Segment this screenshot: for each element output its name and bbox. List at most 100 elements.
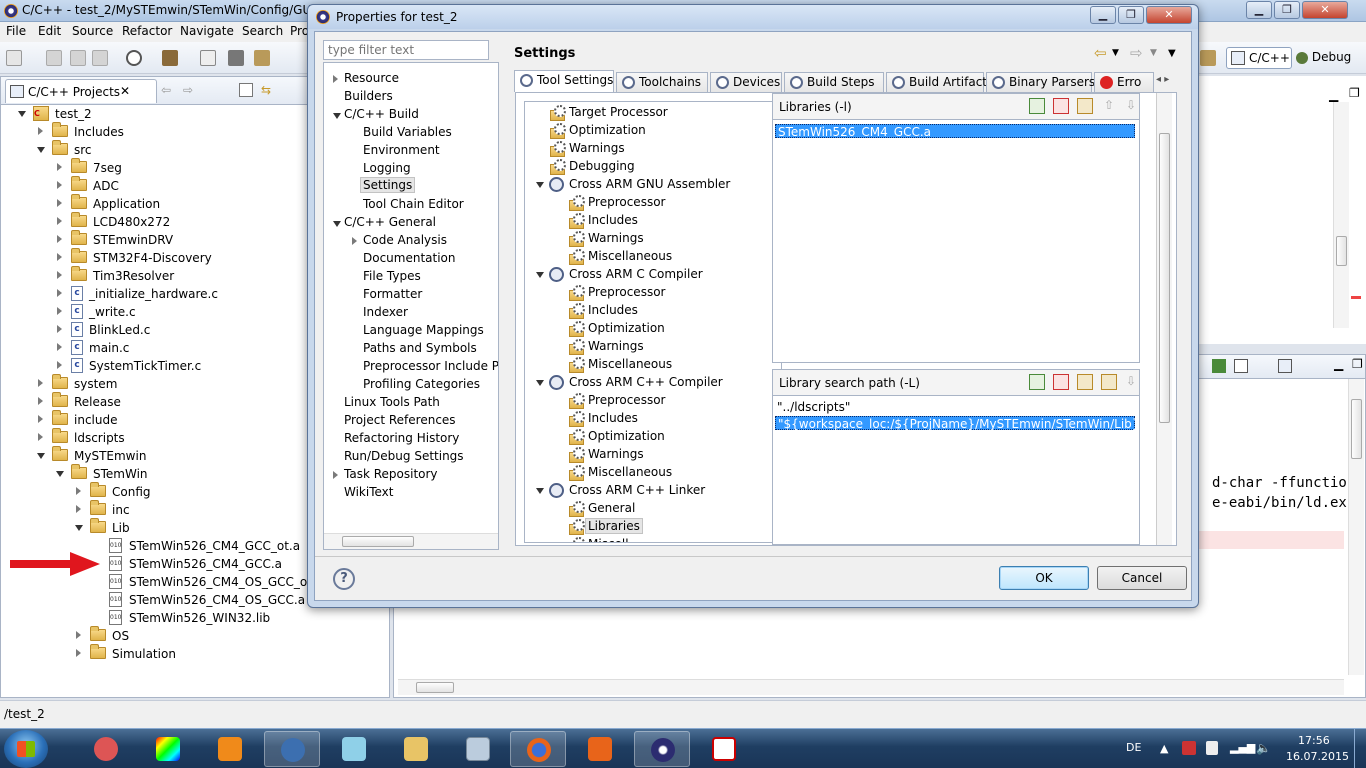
expand-toggle-icon[interactable]: [57, 217, 62, 225]
edit-icon[interactable]: [1077, 374, 1093, 390]
expand-toggle-icon[interactable]: [57, 235, 62, 243]
binary-icon[interactable]: [200, 50, 216, 66]
console-hscroll[interactable]: [398, 679, 1344, 695]
nav-item-documentation[interactable]: Documentation: [363, 251, 456, 269]
add-icon[interactable]: [1029, 374, 1045, 390]
list-item[interactable]: STemWin526_CM4_GCC.a: [775, 124, 1135, 139]
nav-item-profiling-categories[interactable]: Profiling Categories: [363, 377, 480, 395]
tab-cpp-projects[interactable]: C/C++ Projects ✕: [5, 79, 157, 103]
show-hidden-icons[interactable]: ▲: [1160, 742, 1168, 755]
new-console-icon[interactable]: [1278, 359, 1292, 373]
build-hammer-icon[interactable]: [162, 50, 178, 66]
nav-item-build-variables[interactable]: Build Variables: [363, 125, 452, 143]
nav-item-environment[interactable]: Environment: [363, 143, 440, 161]
list-item[interactable]: "${workspace_loc:/${ProjName}/MySTEmwin/…: [775, 416, 1145, 431]
taskbar-eagle[interactable]: [696, 731, 752, 767]
move-down-icon[interactable]: ⇩: [1123, 98, 1139, 114]
expand-toggle-icon[interactable]: [76, 649, 81, 657]
expand-toggle-icon[interactable]: [333, 221, 341, 227]
clock-date[interactable]: 16.07.2015: [1286, 750, 1349, 763]
taskbar-eclipse[interactable]: [634, 731, 690, 767]
tab-scroll-arrows[interactable]: ◂ ▸: [1156, 74, 1169, 85]
expand-toggle-icon[interactable]: [536, 182, 544, 188]
add-icon[interactable]: [1029, 98, 1045, 114]
tab-erro[interactable]: Erro: [1094, 72, 1154, 92]
clock-time[interactable]: 17:56: [1298, 734, 1330, 747]
move-down-icon[interactable]: ⇩: [1123, 374, 1139, 390]
dialog-close-button[interactable]: ✕: [1146, 6, 1192, 24]
cancel-button[interactable]: Cancel: [1097, 566, 1187, 590]
taskbar-paint[interactable]: [140, 731, 196, 767]
open-perspective-icon[interactable]: [1200, 50, 1216, 66]
close-tab-icon[interactable]: ✕: [120, 84, 130, 98]
nav-item-settings[interactable]: Settings: [360, 177, 418, 197]
console-display-icon[interactable]: [1234, 359, 1248, 373]
tab-build-artifact[interactable]: Build Artifact: [886, 72, 987, 92]
forward-icon[interactable]: ⇨: [183, 83, 197, 97]
nav-item-indexer[interactable]: Indexer: [363, 305, 408, 323]
back-icon[interactable]: ⇦: [1094, 44, 1107, 62]
nav-item-refactoring-history[interactable]: Refactoring History: [344, 431, 459, 449]
taskbar-firefox[interactable]: [510, 731, 566, 767]
tab-binary-parsers[interactable]: Binary Parsers: [986, 72, 1095, 92]
nav-item-wikitext[interactable]: WikiText: [344, 485, 394, 503]
menu-refactor[interactable]: Refactor: [122, 24, 172, 38]
start-button[interactable]: [4, 730, 48, 768]
menu-navigate[interactable]: Navigate: [180, 24, 234, 38]
expand-toggle-icon[interactable]: [57, 163, 62, 171]
nav-item-resource[interactable]: Resource: [333, 71, 399, 89]
nav-item-project-references[interactable]: Project References: [344, 413, 456, 431]
tab-build-steps[interactable]: Build Steps: [784, 72, 884, 92]
usb-icon[interactable]: [1206, 741, 1218, 755]
maximize-view-icon[interactable]: ❐: [1349, 86, 1360, 100]
delete-icon[interactable]: [1053, 98, 1069, 114]
taskbar-pdf[interactable]: [572, 731, 628, 767]
nav-item-file-types[interactable]: File Types: [363, 269, 421, 287]
save-icon[interactable]: [46, 50, 62, 66]
debug-icon[interactable]: [228, 50, 244, 66]
expand-toggle-icon[interactable]: [333, 113, 341, 119]
menu-edit[interactable]: Edit: [38, 24, 61, 38]
menu-file[interactable]: File: [6, 24, 26, 38]
menu-source[interactable]: Source: [72, 24, 113, 38]
panel-vscroll[interactable]: [1156, 93, 1172, 545]
hierarchy-icon[interactable]: [254, 50, 270, 66]
save-all-icon[interactable]: [70, 50, 86, 66]
nav-item-code-analysis[interactable]: Code Analysis: [352, 233, 447, 251]
taskbar-explorer[interactable]: [388, 731, 444, 767]
expand-toggle-icon[interactable]: [38, 433, 43, 441]
taskbar-media-player[interactable]: [202, 731, 258, 767]
expand-toggle-icon[interactable]: [57, 325, 62, 333]
language-indicator[interactable]: DE: [1126, 741, 1141, 754]
tab-tool-settings[interactable]: Tool Settings: [514, 70, 614, 92]
console-vscroll[interactable]: [1348, 379, 1364, 675]
maximize-button[interactable]: ❐: [1274, 1, 1300, 19]
expand-toggle-icon[interactable]: [536, 380, 544, 386]
expand-toggle-icon[interactable]: [57, 361, 62, 369]
minimize-button[interactable]: ▁: [1246, 1, 1272, 19]
expand-toggle-icon[interactable]: [57, 271, 62, 279]
expand-toggle-icon[interactable]: [333, 75, 338, 83]
expand-toggle-icon[interactable]: [37, 453, 45, 459]
expand-toggle-icon[interactable]: [38, 415, 43, 423]
console-minimize-icon[interactable]: ▁: [1334, 357, 1343, 371]
nav-item-preprocessor-include-pa[interactable]: Preprocessor Include Pa: [363, 359, 498, 377]
taskbar-calculator[interactable]: [450, 731, 506, 767]
nav-item-tool-chain-editor[interactable]: Tool Chain Editor: [363, 197, 464, 215]
minimize-view-icon[interactable]: ▁: [1329, 88, 1338, 102]
tree-item[interactable]: Simulation: [76, 644, 371, 663]
expand-toggle-icon[interactable]: [536, 488, 544, 494]
taskbar-snipping-tool[interactable]: [78, 731, 134, 767]
nav-item-c-c-general[interactable]: C/C++ General: [333, 215, 436, 233]
view-menu-icon[interactable]: ▼: [1168, 48, 1176, 59]
tree-item[interactable]: 010 STemWin526_WIN32.lib: [95, 609, 371, 627]
volume-icon[interactable]: 🔈: [1256, 741, 1271, 755]
expand-toggle-icon[interactable]: [57, 343, 62, 351]
tab-toolchains[interactable]: Toolchains: [616, 72, 708, 92]
tree-item[interactable]: OS: [76, 626, 371, 645]
network-icon[interactable]: [1182, 741, 1196, 755]
show-desktop-button[interactable]: [1354, 729, 1366, 768]
help-icon[interactable]: ?: [333, 568, 355, 590]
delete-icon[interactable]: [1053, 374, 1069, 390]
expand-toggle-icon[interactable]: [352, 237, 357, 245]
